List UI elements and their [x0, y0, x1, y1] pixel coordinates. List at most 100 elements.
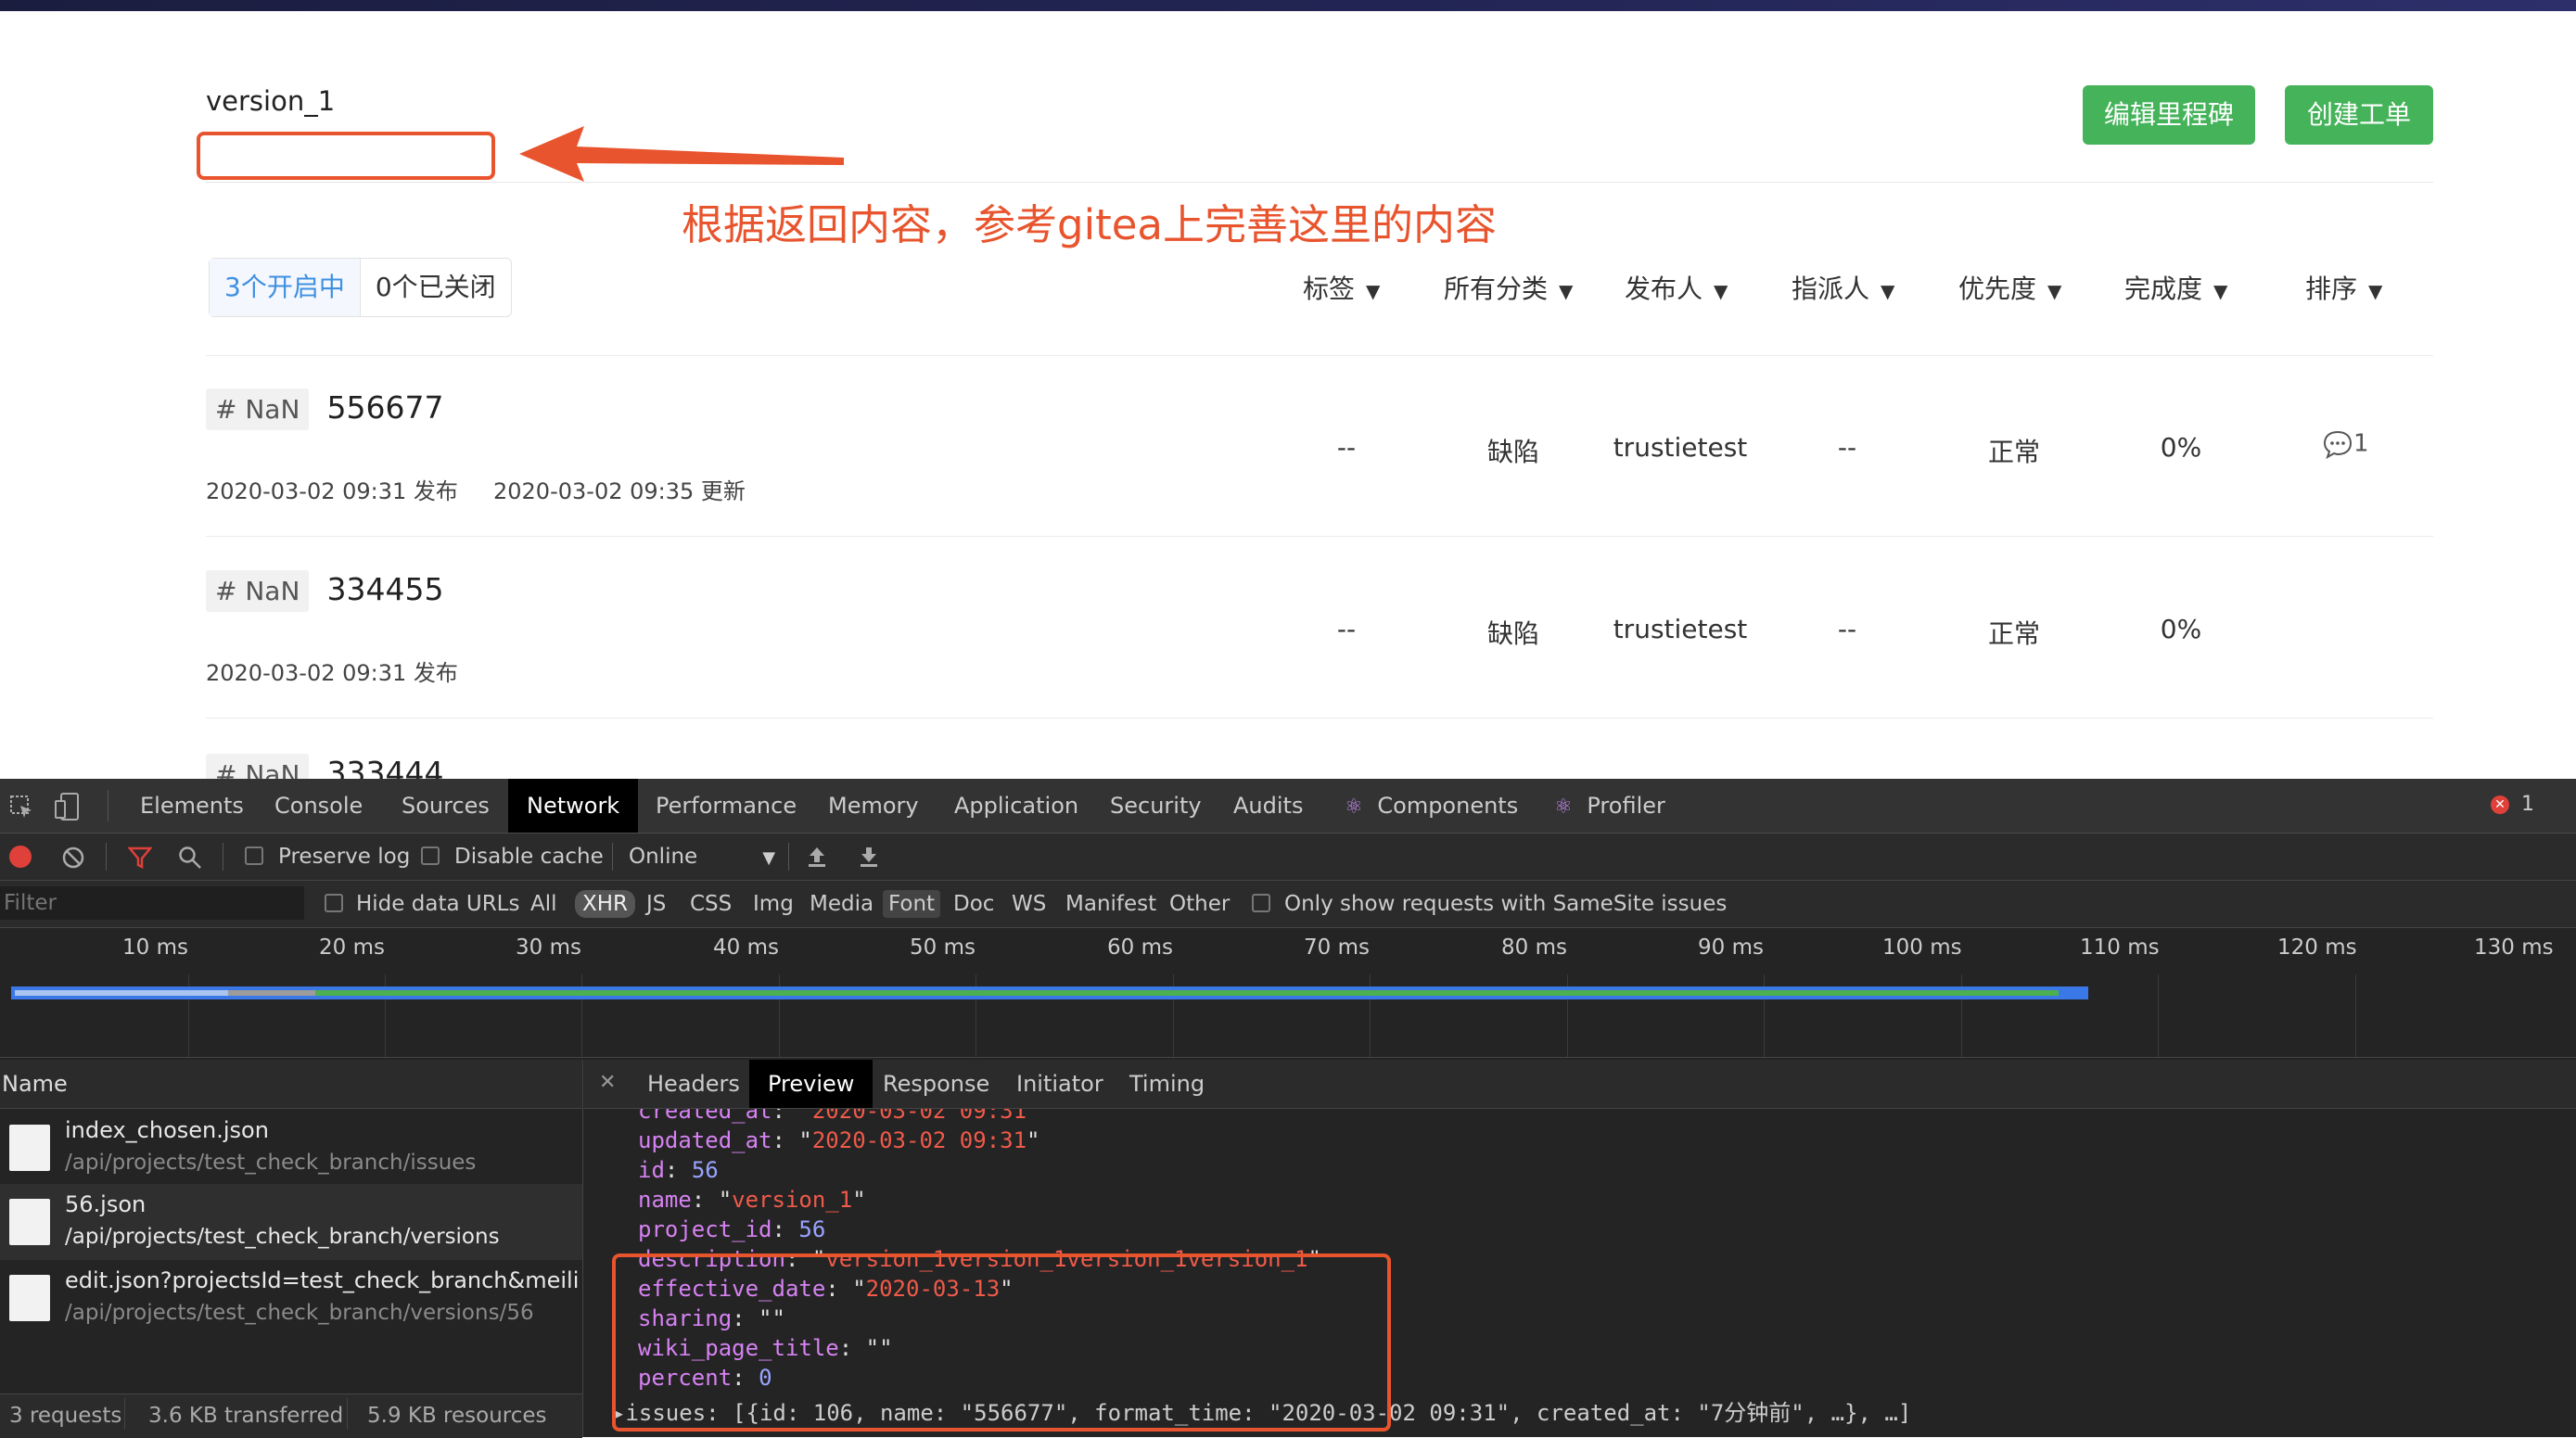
close-icon[interactable]: ✕	[599, 1071, 616, 1094]
divider	[612, 843, 613, 871]
inspect-element-icon[interactable]	[9, 795, 33, 819]
tab-headers[interactable]: Headers	[629, 1060, 759, 1108]
tab-audits[interactable]: Audits	[1215, 779, 1321, 833]
samesite-checkbox[interactable]	[1252, 894, 1270, 912]
tab-components[interactable]: ⚛ Components	[1326, 779, 1537, 833]
error-indicator[interactable]: ✕ 1	[2491, 793, 2534, 816]
tab-elements[interactable]: Elements	[121, 779, 262, 833]
issue-assignee: --	[1837, 432, 1857, 463]
filter-assignee[interactable]: 指派人 ▼	[1792, 269, 1894, 306]
type-font[interactable]: Font	[883, 890, 941, 918]
name-header[interactable]: Name	[2, 1071, 68, 1097]
transferred-size: 3.6 KB transferred	[148, 1404, 344, 1428]
grid-line	[2158, 974, 2159, 1058]
tab-console[interactable]: Console	[256, 779, 381, 833]
edit-milestone-button[interactable]: 编辑里程碑	[2083, 85, 2255, 145]
tab-open[interactable]: 3个开启中	[210, 259, 361, 316]
tick-label: 50 ms	[910, 935, 976, 960]
create-issue-button[interactable]: 创建工单	[2285, 85, 2433, 145]
type-js[interactable]: JS	[646, 881, 666, 927]
caret-down-icon: ▼	[762, 848, 776, 868]
request-name: 56.json	[65, 1191, 147, 1217]
filter-priority[interactable]: 优先度 ▼	[1958, 269, 2061, 306]
type-doc[interactable]: Doc	[953, 881, 994, 927]
comment-count[interactable]: 1	[2322, 428, 2369, 460]
tick-label: 30 ms	[516, 935, 581, 960]
search-icon[interactable]	[178, 846, 202, 870]
file-icon	[9, 1275, 50, 1321]
filter-progress[interactable]: 完成度 ▼	[2124, 269, 2227, 306]
issue-title[interactable]: 333444	[327, 755, 444, 779]
export-icon[interactable]	[857, 845, 881, 869]
tab-closed[interactable]: 0个已关闭	[361, 259, 511, 316]
issue-number: # NaN	[206, 388, 310, 430]
json-line-project-id: project_id: 56	[638, 1216, 826, 1242]
request-row[interactable]: 56.json /api/projects/test_check_branch/…	[0, 1184, 582, 1260]
name-header-row: Name	[0, 1060, 582, 1109]
issue-title[interactable]: 556677	[327, 389, 444, 426]
record-icon[interactable]	[9, 846, 32, 868]
issue-author: trustietest	[1613, 432, 1748, 463]
request-path: /api/projects/test_check_branch/versions…	[65, 1301, 534, 1325]
issue-row[interactable]: # NaN 333444	[206, 749, 577, 779]
divider	[206, 718, 2433, 719]
tab-memory[interactable]: Memory	[810, 779, 937, 833]
type-all[interactable]: All	[530, 881, 557, 927]
tab-profiler[interactable]: ⚛ Profiler	[1536, 779, 1684, 833]
filter-icon[interactable]	[128, 846, 152, 870]
issue-priority: 正常	[1987, 618, 2040, 649]
tab-security[interactable]: Security	[1091, 779, 1220, 833]
type-ws[interactable]: WS	[1012, 881, 1046, 927]
tick-label: 80 ms	[1501, 935, 1567, 960]
grid-line	[2355, 974, 2356, 1058]
top-nav-bar	[0, 0, 2576, 11]
device-toolbar-icon[interactable]	[54, 792, 82, 821]
filter-input[interactable]	[0, 886, 304, 920]
tab-initiator[interactable]: Initiator	[998, 1060, 1122, 1108]
issue-row[interactable]: # NaN 334455	[206, 570, 444, 612]
filter-label[interactable]: 标签 ▼	[1303, 269, 1380, 306]
divider	[206, 536, 2433, 537]
issue-state-tabs: 3个开启中 0个已关闭	[209, 258, 512, 317]
tab-application[interactable]: Application	[936, 779, 1097, 833]
disable-cache-label: Disable cache	[454, 845, 604, 869]
tab-timing[interactable]: Timing	[1111, 1060, 1223, 1108]
filter-category[interactable]: 所有分类 ▼	[1444, 269, 1573, 306]
issue-label: --	[1336, 614, 1357, 644]
type-img[interactable]: Img	[753, 881, 794, 927]
caret-down-icon: ▼	[2213, 280, 2228, 302]
request-row[interactable]: index_chosen.json /api/projects/test_che…	[0, 1110, 582, 1184]
type-other[interactable]: Other	[1169, 881, 1230, 927]
type-manifest[interactable]: Manifest	[1065, 881, 1156, 927]
type-xhr[interactable]: XHR	[575, 890, 636, 918]
clear-icon[interactable]	[61, 846, 85, 870]
tab-performance[interactable]: Performance	[637, 779, 815, 833]
request-row[interactable]: edit.json?projectsId=test_check_branch&m…	[0, 1260, 582, 1336]
tick-label: 20 ms	[319, 935, 385, 960]
preserve-log-checkbox[interactable]	[245, 846, 263, 865]
import-icon[interactable]	[805, 845, 829, 869]
issue-title[interactable]: 334455	[327, 571, 444, 607]
type-css[interactable]: CSS	[690, 881, 732, 927]
disable-cache-checkbox[interactable]	[421, 846, 440, 865]
json-line-updated: updated_at: "2020-03-02 09:31"	[638, 1127, 1040, 1153]
tab-network[interactable]: Network	[508, 779, 639, 833]
issue-category: 缺陷	[1486, 437, 1539, 467]
tick-label: 70 ms	[1304, 935, 1370, 960]
tab-preview[interactable]: Preview	[749, 1060, 874, 1108]
status-bar: 3 requests 3.6 KB transferred 5.9 KB res…	[0, 1393, 582, 1438]
throttle-select[interactable]: Online ▼	[629, 834, 775, 882]
tab-sources[interactable]: Sources	[383, 779, 508, 833]
issue-label: --	[1336, 432, 1357, 463]
hide-data-urls-checkbox[interactable]	[325, 894, 343, 912]
file-icon	[9, 1199, 50, 1245]
tab-response[interactable]: Response	[864, 1060, 1008, 1108]
filter-author[interactable]: 发布人 ▼	[1625, 269, 1728, 306]
tick-label: 130 ms	[2474, 935, 2554, 960]
issue-progress: 0%	[2160, 614, 2202, 644]
type-media[interactable]: Media	[810, 881, 874, 927]
issue-row[interactable]: # NaN 556677	[206, 388, 444, 430]
json-line-id: id: 56	[638, 1157, 719, 1183]
filter-sort[interactable]: 排序 ▼	[2305, 269, 2382, 306]
tick-label: 90 ms	[1698, 935, 1764, 960]
